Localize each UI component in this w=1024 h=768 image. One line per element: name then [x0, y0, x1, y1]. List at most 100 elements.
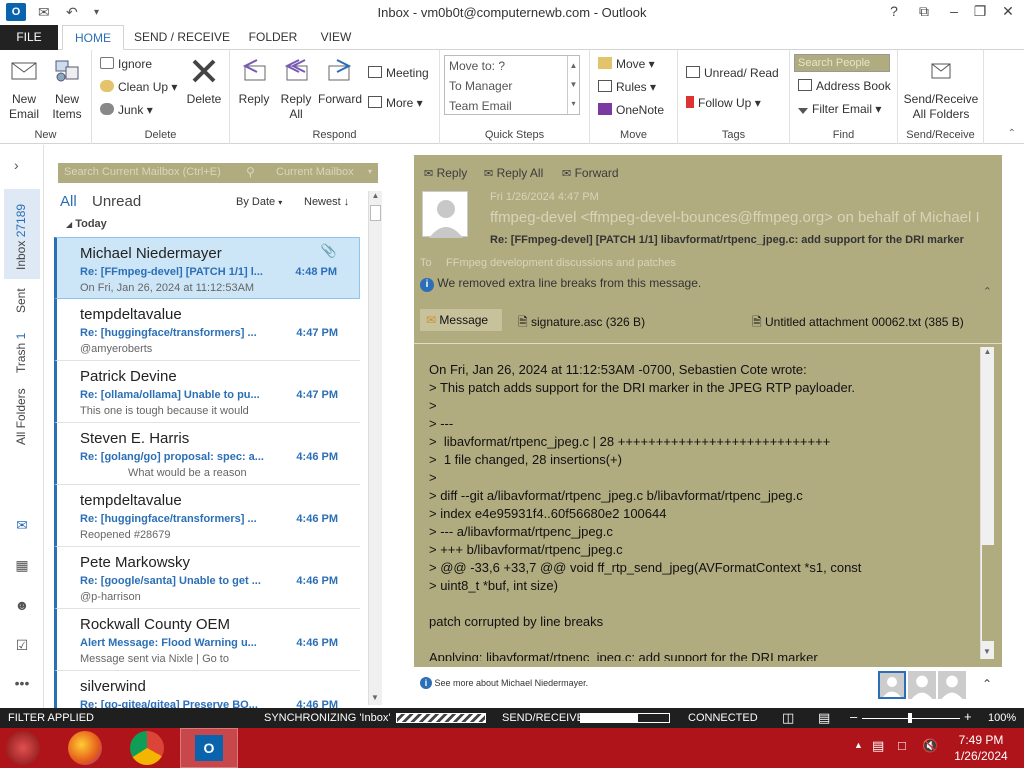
attachment-message[interactable]: ✉ Message — [420, 309, 502, 331]
forward-button[interactable]: Forward — [318, 56, 362, 107]
expand-people-pane-icon[interactable]: ⌃ — [982, 677, 992, 691]
scroll-up-icon[interactable]: ▲ — [981, 347, 994, 359]
group-header-today[interactable]: ◢ Today — [66, 218, 107, 230]
help-button[interactable]: ? — [884, 3, 904, 19]
new-items-button[interactable]: New Items — [46, 56, 88, 122]
delete-button[interactable]: Delete — [182, 56, 226, 107]
quick-step-to-manager[interactable]: To Manager — [449, 79, 512, 93]
reading-reply-button[interactable]: ✉ Reply — [424, 166, 467, 180]
collapse-header-chevron-icon[interactable]: ⌃ — [983, 285, 992, 298]
onenote-button[interactable]: OneNote — [598, 103, 664, 117]
move-button[interactable]: Move ▾ — [598, 57, 655, 71]
folder-sent[interactable]: Sent — [14, 288, 28, 313]
list-item[interactable]: Patrick Devine Re: [ollama/ollama] Unabl… — [54, 361, 360, 423]
reading-reply-all-button[interactable]: ✉ Reply All — [484, 166, 543, 180]
folder-trash[interactable]: Trash 1 — [14, 333, 28, 373]
junk-button[interactable]: Junk ▾ — [100, 103, 153, 117]
message-to[interactable]: FFmpeg development discussions and patch… — [446, 257, 676, 269]
list-item[interactable]: Michael Niedermayer 📎 Re: [FFmpeg-devel]… — [54, 237, 360, 299]
quick-step-move-to[interactable]: Move to: ? — [449, 59, 505, 73]
attachment-signature[interactable]: 🗎 signature.asc (326 B) — [518, 313, 645, 334]
chrome-icon[interactable] — [130, 731, 164, 765]
folder-all-folders[interactable]: All Folders — [14, 388, 28, 445]
mail-icon[interactable]: ✉ — [12, 517, 32, 535]
zoom-in-button[interactable]: + — [964, 709, 972, 724]
sender-avatar[interactable] — [422, 191, 468, 238]
outlook-taskbar-button[interactable]: O — [180, 728, 238, 768]
reading-pane-scrollbar[interactable]: ▲ ▼ — [980, 347, 994, 659]
search-people-input[interactable]: Search People — [794, 54, 890, 72]
list-item[interactable]: tempdeltavalue Re: [huggingface/transfor… — [54, 299, 360, 361]
list-item[interactable]: Rockwall County OEM Alert Message: Flood… — [54, 609, 360, 671]
message-from[interactable]: ffmpeg-devel <ffmpeg-devel-bounces@ffmpe… — [490, 209, 990, 226]
cleanup-button[interactable]: Clean Up ▾ — [100, 80, 177, 94]
filter-email-button[interactable]: Filter Email ▾ — [798, 102, 881, 116]
message-body[interactable]: On Fri, Jan 26, 2024 at 11:12:53AM -0700… — [429, 361, 979, 661]
info-bar[interactable]: i We removed extra line breaks from this… — [420, 276, 701, 292]
list-item[interactable]: Pete Markowsky Re: [google/santa] Unable… — [54, 547, 360, 609]
attachment-untitled[interactable]: 🗎 Untitled attachment 00062.txt (385 B) — [752, 313, 964, 334]
tab-home[interactable]: HOME — [62, 25, 124, 50]
normal-view-icon[interactable]: ◫ — [782, 710, 794, 726]
action-center-icon[interactable]: □ — [898, 738, 906, 753]
zoom-level[interactable]: 100% — [988, 712, 1016, 724]
sort-order-toggle[interactable]: Newest ↓ — [304, 196, 349, 208]
meeting-button[interactable]: Meeting — [368, 66, 429, 80]
close-button[interactable]: ✕ — [998, 3, 1018, 20]
quick-steps-scroll[interactable]: ▲ ▼ ▾ — [567, 56, 579, 114]
clock[interactable]: 7:49 PM 1/26/2024 — [946, 732, 1016, 764]
reply-all-button[interactable]: Reply All — [276, 56, 316, 122]
folder-inbox[interactable]: Inbox 27189 — [14, 204, 28, 270]
network-icon[interactable]: ▤ — [872, 738, 884, 754]
filter-unread[interactable]: Unread — [92, 193, 141, 210]
reading-view-icon[interactable]: ▤ — [818, 710, 830, 726]
more-respond-button[interactable]: More ▾ — [368, 96, 423, 110]
minimize-button[interactable]: – — [944, 3, 964, 19]
tab-file[interactable]: FILE — [0, 25, 58, 50]
people-avatar-2[interactable] — [908, 671, 936, 699]
people-avatar-3[interactable] — [938, 671, 966, 699]
address-book-button[interactable]: Address Book — [798, 79, 891, 93]
search-icon[interactable]: ⚲ — [246, 165, 255, 179]
scroll-down-icon[interactable]: ▼ — [369, 693, 381, 705]
people-avatar-1[interactable] — [878, 671, 906, 699]
zoom-out-button[interactable]: – — [850, 709, 857, 724]
list-item[interactable]: silverwind Re: [go-gitea/gitea] Preserve… — [54, 671, 360, 711]
ignore-button[interactable]: Ignore — [100, 57, 152, 71]
people-pane-link[interactable]: i See more about Michael Niedermayer. — [420, 677, 588, 689]
tab-folder[interactable]: FOLDER — [244, 25, 302, 50]
tab-view[interactable]: VIEW — [312, 25, 360, 50]
scroll-thumb[interactable] — [982, 545, 994, 641]
more-apps-icon[interactable]: ••• — [12, 675, 32, 693]
scope-chevron-down-icon[interactable]: ▾ — [368, 167, 372, 176]
search-scope-dropdown[interactable]: Current Mailbox — [276, 166, 354, 178]
expand-folder-pane-icon[interactable]: › — [14, 157, 19, 173]
zoom-slider-handle[interactable] — [908, 713, 912, 723]
sort-by-dropdown[interactable]: By Date ▾ — [236, 196, 282, 208]
unread-read-button[interactable]: Unread/ Read — [686, 66, 779, 80]
filter-all[interactable]: All — [60, 193, 77, 210]
reply-button[interactable]: Reply — [234, 56, 274, 107]
restore-button[interactable]: ❐ — [970, 3, 990, 20]
people-icon[interactable]: ☻ — [12, 597, 32, 615]
volume-muted-icon[interactable]: 🔇 — [922, 738, 938, 754]
new-email-button[interactable]: New Email — [4, 56, 44, 122]
list-item[interactable]: Steven E. Harris Re: [golang/go] proposa… — [54, 423, 360, 485]
tasks-icon[interactable]: ☑ — [12, 637, 32, 655]
mailbox-search-input[interactable]: Search Current Mailbox (Ctrl+E) — [64, 166, 221, 178]
show-hidden-icons-icon[interactable]: ▲ — [854, 740, 863, 750]
collapse-ribbon-icon[interactable]: ⌃ — [1008, 128, 1016, 139]
ribbon-display-options-button[interactable]: ⧉ — [914, 3, 934, 20]
rules-button[interactable]: Rules ▾ — [598, 80, 656, 94]
start-button[interactable] — [6, 731, 40, 765]
follow-up-button[interactable]: Follow Up ▾ — [686, 96, 761, 110]
calendar-icon[interactable]: ▦ — [12, 557, 32, 575]
scroll-down-icon[interactable]: ▼ — [981, 647, 993, 659]
tab-send-receive[interactable]: SEND / RECEIVE — [132, 25, 232, 50]
scroll-thumb[interactable] — [370, 205, 381, 221]
quick-step-team-email[interactable]: Team Email — [449, 99, 512, 113]
message-list-scrollbar[interactable]: ▲ ▼ — [368, 191, 382, 705]
scroll-up-icon[interactable]: ▲ — [369, 191, 382, 203]
reading-forward-button[interactable]: ✉ Forward — [562, 166, 619, 180]
firefox-icon[interactable] — [68, 731, 102, 765]
